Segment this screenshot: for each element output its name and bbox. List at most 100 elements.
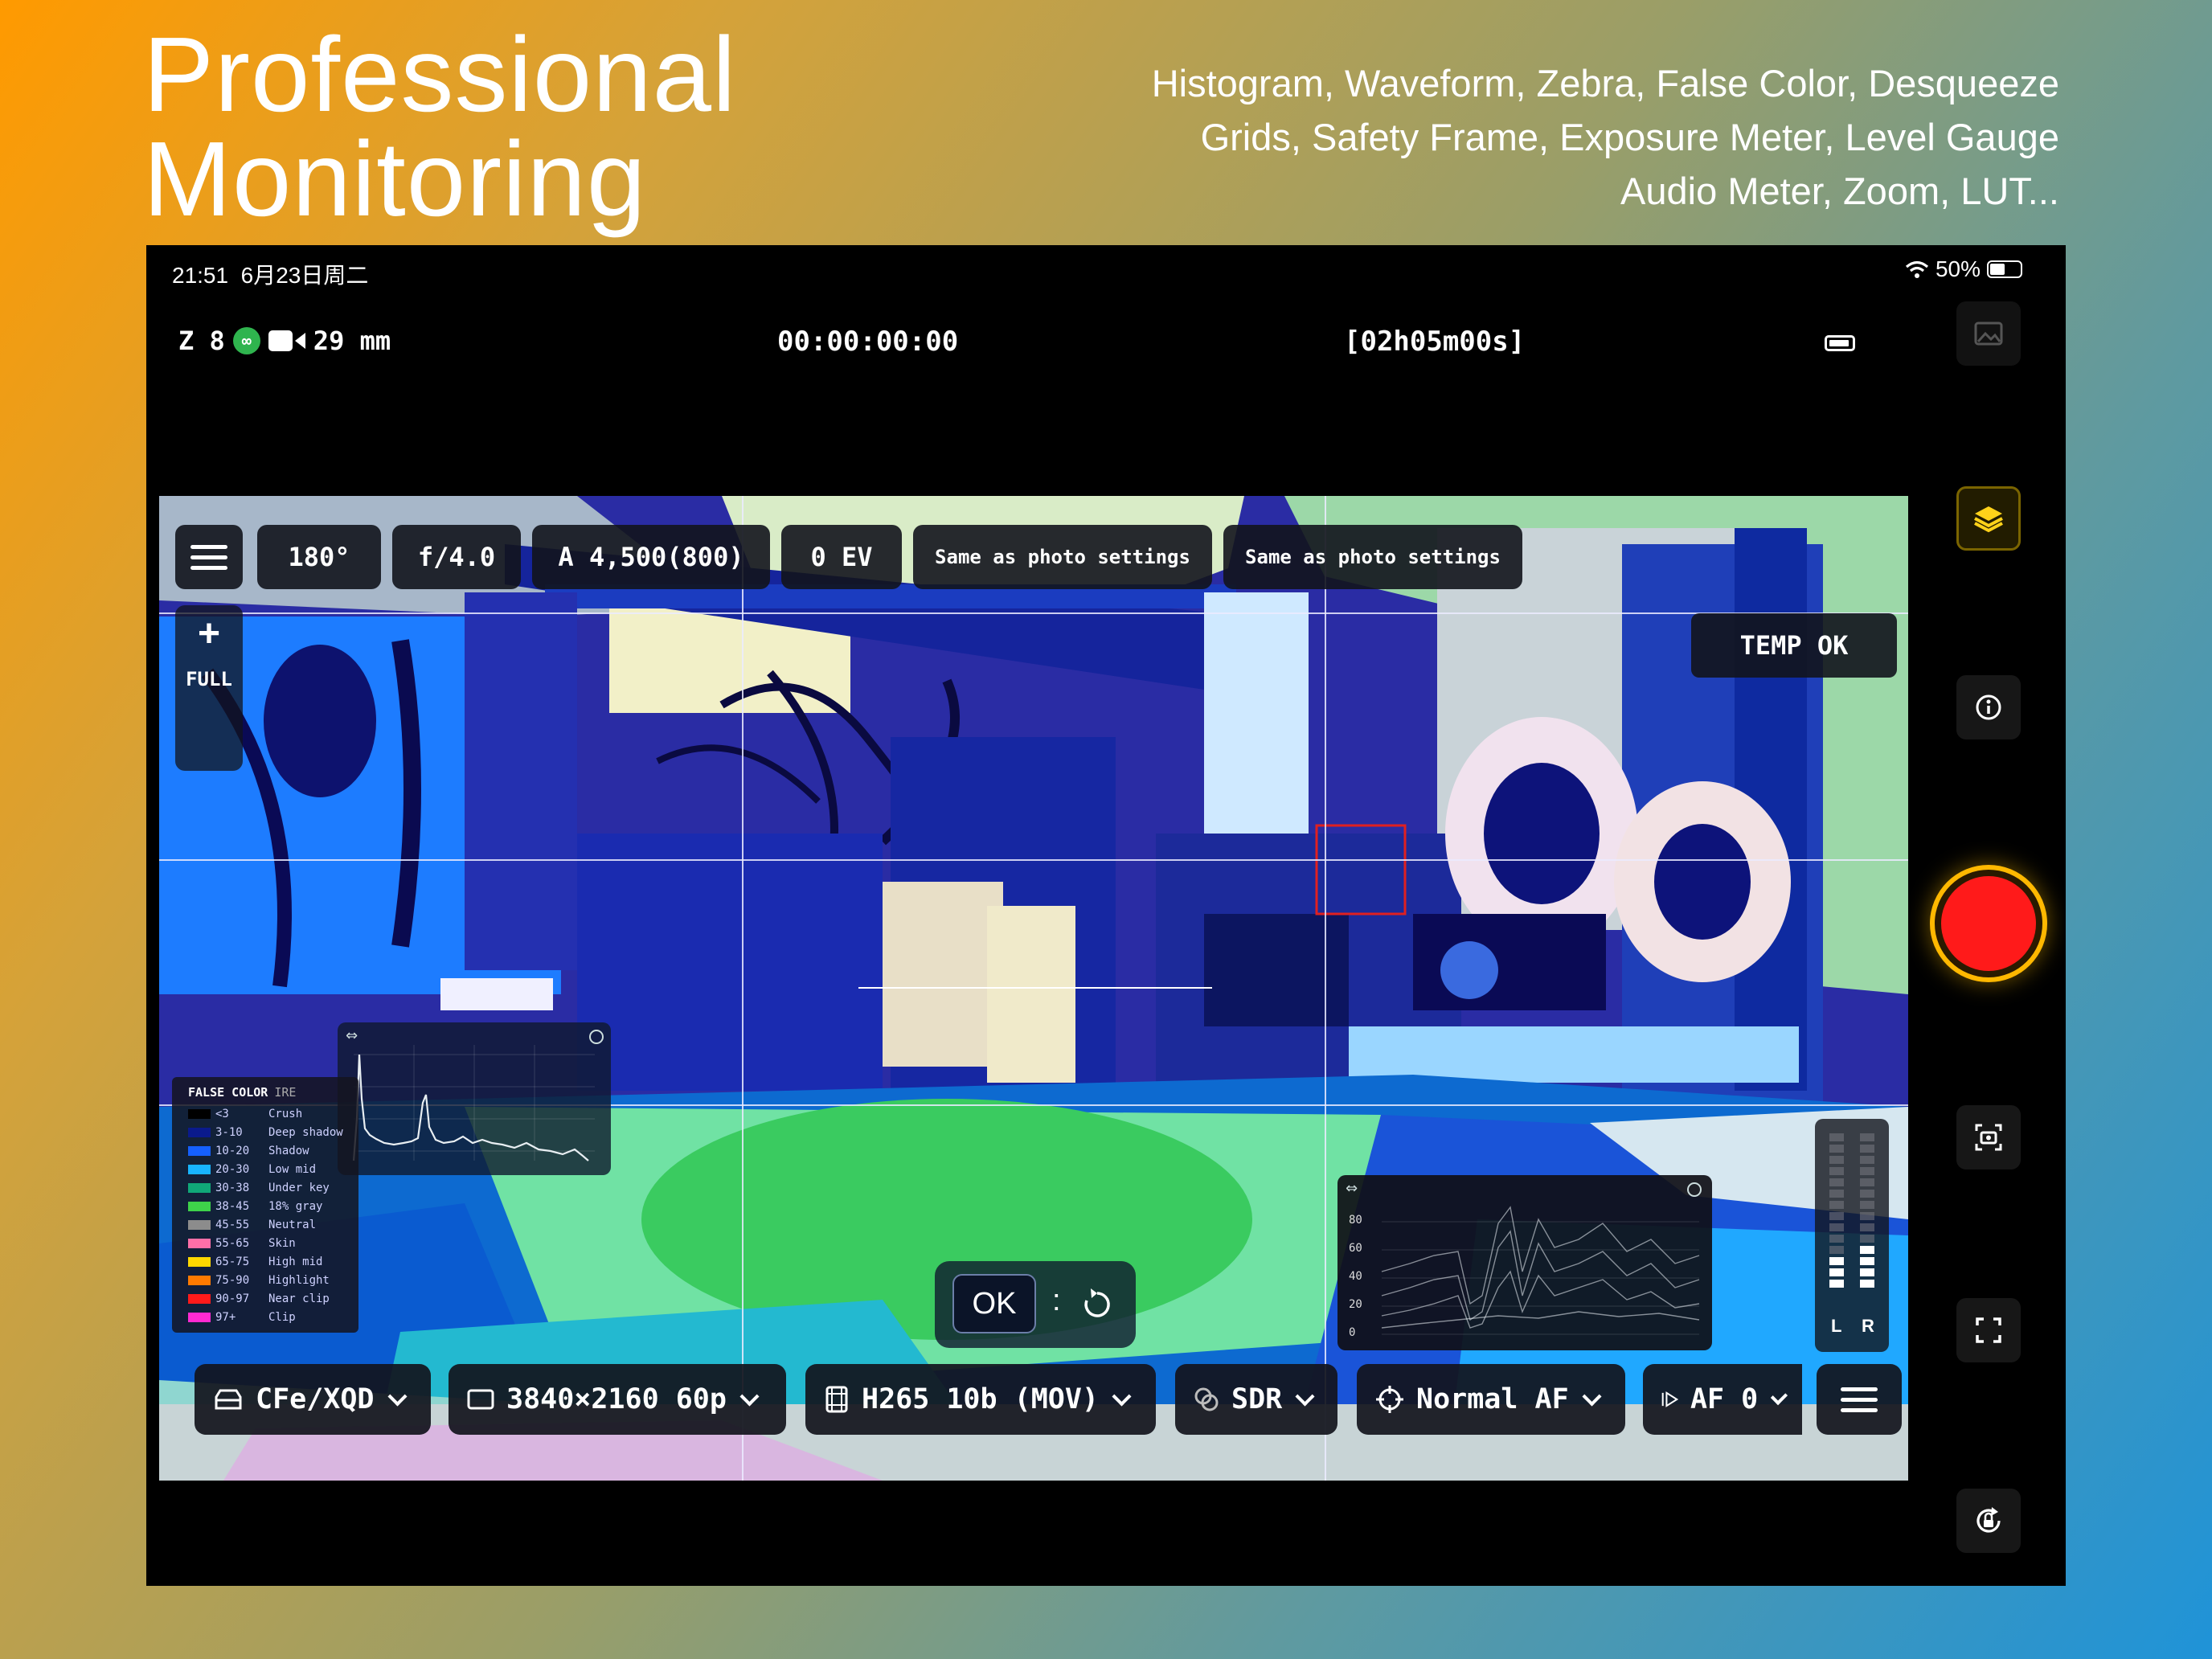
dynamic-range-label: SDR [1231, 1383, 1283, 1415]
false-color-band: 97+ Clip [188, 1308, 358, 1326]
rotation-lock-button[interactable] [1956, 1489, 2021, 1553]
audio-meter-right [1860, 1133, 1874, 1288]
waveform-panel[interactable]: ⇔ 80 60 40 20 0 [1337, 1175, 1712, 1350]
false-color-label: Highlight [268, 1273, 330, 1287]
false-color-label: Deep shadow [268, 1125, 343, 1139]
media-dropdown[interactable]: CFe/XQD [195, 1364, 431, 1435]
dynamic-range-dropdown[interactable]: SDR [1175, 1364, 1337, 1435]
audio-meter-segment [1829, 1257, 1844, 1265]
white-balance-button[interactable]: Same as photo settings [913, 525, 1212, 589]
headline-line-2: Monitoring [143, 120, 647, 238]
false-color-band: 3-10 Deep shadow [188, 1123, 358, 1141]
false-color-swatch [188, 1219, 211, 1230]
menu-icon [1841, 1387, 1878, 1412]
gallery-button[interactable] [1956, 301, 2021, 366]
link-icon: ∞ [232, 327, 260, 354]
false-color-swatch [188, 1108, 211, 1119]
audio-meter-segment [1860, 1133, 1874, 1141]
false-color-band: 20-30 Low mid [188, 1160, 358, 1178]
false-color-swatch [188, 1127, 211, 1137]
iso-button[interactable]: A 4,500(800) [532, 525, 770, 589]
false-color-label: Shadow [268, 1144, 309, 1157]
status-time: 21:51 6月23日周二 [172, 263, 369, 288]
false-color-label: 18% gray [268, 1199, 323, 1213]
af-mode-label: Normal AF [1416, 1383, 1569, 1415]
headline: Professional Monitoring [143, 22, 736, 238]
snapshot-button[interactable] [1956, 1105, 2021, 1169]
false-color-range: 75-90 [215, 1273, 250, 1287]
status-date: 6月23日周二 [240, 263, 369, 288]
gallery-icon [1974, 322, 2003, 346]
audio-meter-segment [1860, 1246, 1874, 1254]
picture-control-button[interactable]: Same as photo settings [1223, 525, 1522, 589]
menu-icon [190, 544, 227, 570]
waveform-plot: ⇔ [1346, 1180, 1702, 1335]
af-area-dropdown[interactable]: AF 0 [1643, 1364, 1802, 1435]
audio-meter-segment [1860, 1178, 1874, 1186]
reset-icon[interactable] [1079, 1287, 1115, 1322]
false-color-band: 75-90 Highlight [188, 1271, 358, 1289]
false-color-band: 90-97 Near clip [188, 1289, 358, 1308]
false-color-unit: IRE [274, 1085, 297, 1100]
grid-line-h [159, 612, 1908, 614]
ok-button[interactable]: OK [952, 1274, 1036, 1333]
fullscreen-icon [1976, 1317, 2001, 1343]
info-icon [1976, 694, 2001, 720]
audio-meter-right-label: R [1862, 1316, 1874, 1336]
audio-meter-segment [1860, 1212, 1874, 1220]
false-color-band: 65-75 High mid [188, 1252, 358, 1271]
false-color-swatch [188, 1201, 211, 1211]
rotation-lock-icon [1976, 1507, 2001, 1533]
false-color-range: 65-75 [215, 1255, 250, 1268]
menu-button[interactable] [175, 525, 243, 589]
resolution-dropdown[interactable]: 3840×2160 60p [449, 1364, 786, 1435]
fullscreen-button[interactable] [1956, 1298, 2021, 1362]
audio-meter-segment [1860, 1201, 1874, 1209]
false-color-band: 38-45 18% gray [188, 1197, 358, 1215]
false-color-label: Clip [268, 1310, 296, 1324]
record-button[interactable] [1941, 876, 2036, 971]
live-view[interactable]: 180° f/4.0 A 4,500(800) 0 EV Same as pho… [159, 496, 1908, 1481]
audio-meter-segment [1860, 1268, 1874, 1276]
af-mode-dropdown[interactable]: Normal AF [1357, 1364, 1625, 1435]
histogram-panel[interactable]: ⇔ [338, 1022, 611, 1175]
waveform-scale-label: 0 [1349, 1326, 1356, 1339]
audio-meter-segment [1860, 1156, 1874, 1164]
bottom-menu-button[interactable] [1817, 1364, 1902, 1435]
af-area-label: AF 0 [1690, 1383, 1759, 1415]
audio-meter: L R [1815, 1119, 1889, 1352]
temp-status-badge: TEMP OK [1691, 613, 1897, 678]
chevron-down-icon [1771, 1387, 1788, 1405]
audio-meter-segment [1829, 1133, 1844, 1141]
layers-button[interactable] [1956, 486, 2021, 551]
audio-meter-segment [1829, 1167, 1844, 1175]
audio-meter-segment [1860, 1190, 1874, 1198]
aperture-button[interactable]: f/4.0 [392, 525, 521, 589]
audio-meter-segment [1829, 1190, 1844, 1198]
false-color-band: <3 Crush [188, 1104, 358, 1123]
audio-meter-segment [1829, 1178, 1844, 1186]
waveform-scale-label: 80 [1349, 1214, 1362, 1227]
audio-meter-segment [1829, 1280, 1844, 1288]
camera-battery-icon [1825, 335, 1855, 351]
grid-line-h [159, 859, 1908, 861]
false-color-swatch [188, 1145, 211, 1156]
audio-meter-segment [1829, 1268, 1844, 1276]
expand-icon: ⇔ [346, 1027, 358, 1044]
feature-line: Audio Meter, Zoom, LUT... [1620, 170, 2059, 212]
audio-meter-segment [1860, 1223, 1874, 1231]
zoom-in-button[interactable]: + [175, 605, 243, 662]
grid-line-v [1325, 496, 1326, 1481]
audio-meter-segment [1860, 1167, 1874, 1175]
chevron-down-icon [739, 1386, 760, 1407]
audio-meter-segment [1829, 1145, 1844, 1153]
info-button[interactable] [1956, 675, 2021, 739]
ev-button[interactable]: 0 EV [781, 525, 902, 589]
zoom-level-label: FULL [186, 668, 232, 690]
resolution-label: 3840×2160 60p [506, 1383, 727, 1415]
codec-dropdown[interactable]: H265 10b (MOV) [805, 1364, 1156, 1435]
timecode: 00:00:00:00 [777, 326, 959, 358]
af-confirm-panel: OK : [935, 1261, 1136, 1348]
camera-model: Z 8 [178, 326, 225, 356]
shutter-angle-button[interactable]: 180° [257, 525, 381, 589]
